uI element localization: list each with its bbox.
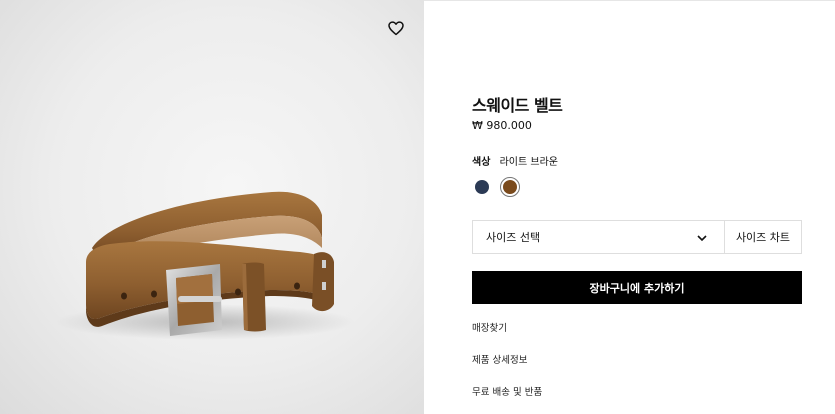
product-image [0,0,424,414]
size-select[interactable]: 사이즈 선택 [473,221,725,253]
store-finder-link[interactable]: 매장찾기 [472,320,507,334]
product-page: 스웨이드 벨트 ₩ 980.000 색상 라이트 브라운 사이즈 선택 사이즈 … [0,0,835,414]
product-details-link[interactable]: 제품 상세정보 [472,352,527,366]
product-price: ₩ 980.000 [472,119,532,132]
color-value: 라이트 브라운 [499,157,558,168]
chevron-down-icon [697,235,707,242]
product-title: 스웨이드 벨트 [472,96,563,115]
wishlist-button[interactable] [386,18,406,38]
size-controls: 사이즈 선택 사이즈 차트 [472,220,802,254]
swatch-light-brown[interactable] [503,180,517,194]
size-chart-button[interactable]: 사이즈 차트 [725,221,801,253]
add-to-cart-button[interactable]: 장바구니에 추가하기 [472,271,802,304]
swatch-navy[interactable] [475,180,489,194]
product-info: 스웨이드 벨트 ₩ 980.000 색상 라이트 브라운 사이즈 선택 사이즈 … [472,0,802,414]
color-label: 색상 [472,157,491,168]
size-select-label: 사이즈 선택 [486,231,541,244]
size-chart-label: 사이즈 차트 [735,231,791,244]
heart-icon [388,20,404,35]
shipping-returns-link[interactable]: 무료 배송 및 반품 [472,384,542,398]
color-row: 색상 라이트 브라운 [472,153,558,168]
belt-photo [55,191,355,340]
